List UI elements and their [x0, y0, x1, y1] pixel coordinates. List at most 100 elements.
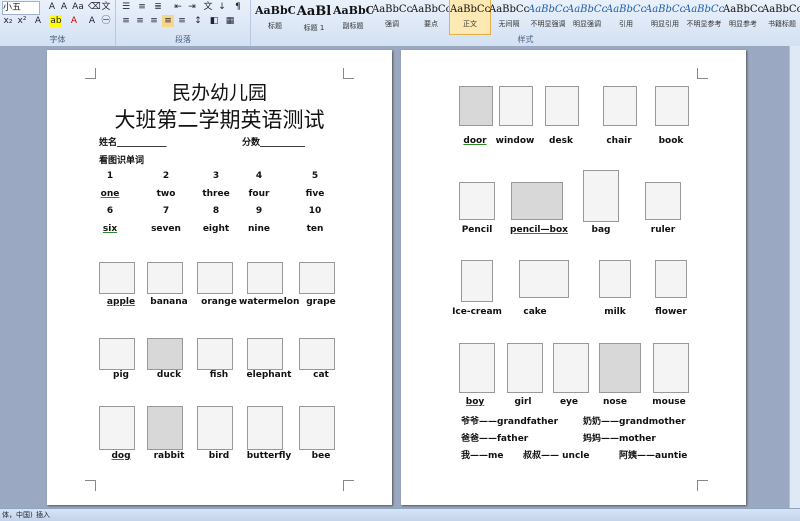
text-effect-icon[interactable]: A — [32, 15, 44, 27]
change-case-icon[interactable]: Aa — [72, 1, 84, 13]
status-insert-mode[interactable]: 插入 — [36, 510, 50, 520]
style-10[interactable]: AaBbCcD 明显引用 — [645, 0, 685, 34]
chinese-layout-icon[interactable]: 文 — [202, 1, 214, 13]
picture-fish — [197, 338, 233, 370]
numbering-icon[interactable]: ≡ — [136, 1, 148, 13]
align-left-icon[interactable]: ≡ — [120, 15, 132, 27]
style-sample: AaBbCcD — [411, 4, 451, 15]
family-left: 爷爷——grandfather — [461, 417, 559, 427]
multilevel-icon[interactable]: ≣ — [152, 1, 164, 13]
number-label: 9 — [255, 206, 263, 216]
style-2[interactable]: AaBbC 副标题 — [333, 0, 373, 34]
decrease-indent-icon[interactable]: ⇤ — [172, 1, 184, 13]
name-label: 姓名___________ — [99, 138, 167, 148]
picture-bird — [197, 406, 233, 450]
line-spacing-icon[interactable]: ↕ — [192, 15, 204, 27]
style-sample: AaBbCcD — [723, 4, 763, 15]
show-marks-icon[interactable]: ¶ — [232, 1, 244, 13]
picture-bag — [583, 170, 619, 222]
style-8[interactable]: AaBbCcD 明显强调 — [567, 0, 607, 34]
style-sample: AaBbCcD — [606, 4, 646, 15]
subscript-icon[interactable]: x₂ — [2, 15, 14, 27]
style-0[interactable]: AaBbC 标题 — [255, 0, 295, 34]
char-shading-icon[interactable]: A — [86, 15, 98, 27]
enclose-char-icon[interactable]: ㊀ — [100, 15, 112, 27]
style-name: 不明显参考 — [686, 20, 722, 28]
font-size-box[interactable]: 小五 — [2, 1, 40, 15]
number-word: six — [102, 224, 118, 234]
align-center-icon[interactable]: ≡ — [134, 15, 146, 27]
style-sample: AaBbC — [255, 4, 295, 17]
styles-group: AaBbC 标题 AaBl 标题 1 AaBbC 副标题 AaBbCcD 强调 AaBbCcD 要… — [251, 0, 800, 46]
style-sample: AaBbCcD — [645, 4, 685, 15]
highlight-icon[interactable]: ab — [50, 15, 62, 27]
style-sample: AaBbCcD — [450, 4, 490, 15]
paragraph-group-label: 段落 — [175, 35, 191, 44]
borders-icon[interactable]: ▦ — [224, 15, 236, 27]
paragraph-group: ☰ ≡ ≣ ⇤ ⇥ 文 ↓ ¶ ≡ ≡ ≡ ≡ ≡ ↕ ◧ ▦ 段落 — [116, 0, 251, 46]
score-label: 分数__________ — [242, 138, 306, 148]
word-mouse: mouse — [652, 397, 686, 407]
picture-watermelon — [247, 262, 283, 294]
picture-orange — [197, 262, 233, 294]
style-sample: AaBbCcD — [489, 4, 529, 15]
style-1[interactable]: AaBl 标题 1 — [294, 0, 334, 34]
style-name: 明显参考 — [729, 20, 757, 28]
style-4[interactable]: AaBbCcD 要点 — [411, 0, 451, 34]
style-name: 无间隔 — [498, 20, 520, 28]
grow-font-icon[interactable]: A — [46, 1, 58, 13]
style-name: 明显强调 — [573, 20, 601, 28]
crop-mark — [85, 480, 96, 491]
style-name: 正文 — [463, 20, 477, 28]
picture-ruler — [645, 182, 681, 220]
style-12[interactable]: AaBbCcD 明显参考 — [723, 0, 763, 34]
font-group: 小五 A A Aa ⌫ 文 x₂ x² A ab A A ㊀ 字体 — [0, 0, 116, 46]
number-word: eight — [202, 224, 230, 234]
style-5[interactable]: AaBbCcD 正文 — [449, 0, 491, 35]
word-elephant: elephant — [246, 370, 292, 380]
style-7[interactable]: AaBbCcD 不明显强调 — [528, 0, 568, 34]
picture-milk — [599, 260, 631, 298]
number-label: 4 — [255, 171, 263, 181]
page-1: 民办幼儿园 大班第二学期英语测试 姓名___________ 分数_______… — [47, 50, 392, 505]
style-sample: AaBbCcD — [528, 4, 568, 15]
justify-icon[interactable]: ≡ — [162, 15, 174, 27]
bullets-icon[interactable]: ☰ — [120, 1, 132, 13]
clear-format-icon[interactable]: ⌫ — [88, 1, 101, 13]
style-sample: AaBbCcD — [567, 4, 607, 15]
number-label: 8 — [212, 206, 220, 216]
picture-eye — [553, 343, 589, 393]
font-color-icon[interactable]: A — [68, 15, 80, 27]
word-bag: bag — [591, 225, 611, 235]
superscript-icon[interactable]: x² — [16, 15, 28, 27]
picture-girl — [507, 343, 543, 393]
style-9[interactable]: AaBbCcD 引用 — [606, 0, 646, 34]
number-label: 10 — [308, 206, 322, 216]
number-label: 5 — [311, 171, 319, 181]
style-sample: AaBbCcD — [372, 4, 412, 15]
style-name: 不明显强调 — [530, 20, 566, 28]
style-3[interactable]: AaBbCcD 强调 — [372, 0, 412, 34]
picture-banana — [147, 262, 183, 294]
picture-cake — [519, 260, 569, 298]
style-11[interactable]: AaBbCcD 不明显参考 — [684, 0, 724, 34]
vertical-scrollbar[interactable] — [789, 46, 800, 508]
crop-mark — [343, 480, 354, 491]
style-13[interactable]: AaBbCcI 书籍标题 — [762, 0, 800, 34]
number-label: 2 — [162, 171, 170, 181]
shading-icon[interactable]: ◧ — [208, 15, 220, 27]
font-group-label: 字体 — [49, 35, 66, 44]
style-6[interactable]: AaBbCcD 无间隔 — [489, 0, 529, 34]
shrink-font-icon[interactable]: A — [58, 1, 70, 13]
status-bar: 体，中国) 插入 — [0, 508, 800, 521]
word-book: book — [658, 136, 684, 146]
align-right-icon[interactable]: ≡ — [148, 15, 160, 27]
distribute-icon[interactable]: ≡ — [176, 15, 188, 27]
number-word: two — [156, 189, 176, 199]
increase-indent-icon[interactable]: ⇥ — [186, 1, 198, 13]
sort-icon[interactable]: ↓ — [216, 1, 228, 13]
phonetic-icon[interactable]: 文 — [100, 1, 112, 13]
word-butterfly: butterfly — [246, 451, 292, 461]
picture-butterfly — [247, 406, 283, 450]
number-word: four — [248, 189, 270, 199]
